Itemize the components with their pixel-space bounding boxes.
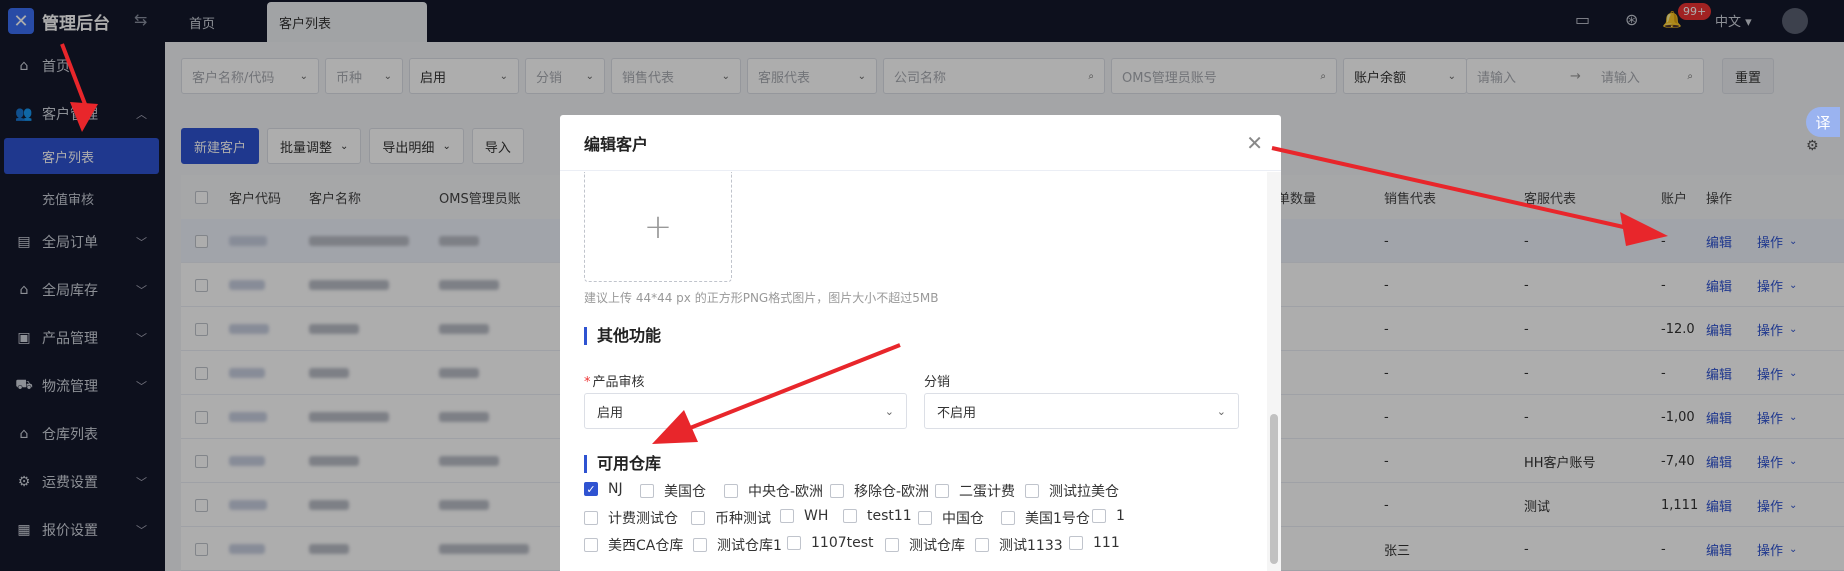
warehouse-label: 移除仓-欧洲 — [854, 484, 930, 500]
checkbox-box[interactable] — [693, 538, 707, 552]
checkbox-box[interactable] — [724, 484, 738, 498]
checkbox-box[interactable] — [935, 484, 949, 498]
checkbox-box[interactable] — [787, 536, 801, 550]
warehouse-label: 111 — [1093, 535, 1120, 551]
selected-value: 启用 — [597, 405, 624, 421]
warehouse-checkbox[interactable]: 测试1133 — [975, 535, 1063, 555]
warehouse-checkbox[interactable]: 中国仓 — [918, 508, 984, 528]
checkbox-box[interactable] — [843, 509, 857, 523]
checkbox-box[interactable] — [1001, 511, 1015, 525]
warehouse-checkbox[interactable]: 1107test — [787, 535, 874, 551]
label-text: 产品审核 — [592, 375, 645, 390]
translate-float-button[interactable]: 译 — [1806, 107, 1840, 137]
warehouse-label: 测试1133 — [999, 538, 1063, 554]
warehouse-label: 1 — [1116, 508, 1125, 524]
warehouse-label: 测试拉美仓 — [1049, 484, 1119, 500]
chevron-down-icon: ⌄ — [1216, 404, 1226, 418]
checkbox-box[interactable] — [885, 538, 899, 552]
checkbox-box[interactable] — [691, 511, 705, 525]
warehouse-checkbox[interactable]: 美国仓 — [640, 481, 706, 501]
warehouse-label: 中央仓-欧洲 — [748, 484, 824, 500]
warehouse-checkbox[interactable]: 测试仓库 — [885, 535, 965, 555]
checkbox-box[interactable] — [830, 484, 844, 498]
close-icon[interactable]: ✕ — [1246, 131, 1263, 155]
warehouse-label: 美国1号仓 — [1025, 511, 1090, 527]
warehouse-label: 币种测试 — [715, 511, 771, 527]
warehouse-checkbox[interactable]: 移除仓-欧洲 — [830, 481, 929, 501]
warehouse-label: 计费测试仓 — [608, 511, 678, 527]
warehouse-checkbox[interactable]: 美西CA仓库 — [584, 535, 683, 555]
warehouse-checkbox[interactable]: 测试拉美仓 — [1025, 481, 1119, 501]
warehouse-label: 1107test — [811, 535, 874, 551]
chevron-down-icon: ⌄ — [884, 404, 894, 418]
warehouse-label: NJ — [608, 481, 623, 497]
scrollbar-thumb[interactable] — [1270, 414, 1278, 564]
warehouse-label: 二蛋计费 — [959, 484, 1015, 500]
warehouse-checkbox[interactable]: 美国1号仓 — [1001, 508, 1090, 528]
checkbox-box[interactable] — [975, 538, 989, 552]
selected-value: 不启用 — [937, 405, 977, 421]
checkbox-box[interactable] — [640, 484, 654, 498]
warehouse-label: 测试仓库 — [909, 538, 965, 554]
warehouse-label: 中国仓 — [942, 511, 984, 527]
product-review-select[interactable]: 启用 ⌄ — [584, 393, 907, 429]
dialog-scrollbar[interactable] — [1267, 172, 1281, 571]
checkbox-box[interactable] — [584, 511, 598, 525]
dialog-title: 编辑客户 — [584, 134, 649, 154]
distribution-label: 分销 — [924, 375, 951, 390]
distribution-select[interactable]: 不启用 ⌄ — [924, 393, 1239, 429]
warehouse-checkbox[interactable]: 二蛋计费 — [935, 481, 1015, 501]
required-mark: * — [584, 375, 591, 390]
dialog-header: 编辑客户 ✕ — [560, 115, 1281, 171]
checkbox-box[interactable] — [780, 509, 794, 523]
warehouse-checkbox[interactable]: ✓ NJ — [584, 481, 623, 497]
warehouse-checkbox[interactable]: WH — [780, 508, 828, 524]
warehouse-checkbox[interactable]: 测试仓库1 — [693, 535, 782, 555]
checkbox-box[interactable] — [1025, 484, 1039, 498]
upload-hint: 建议上传 44*44 px 的正方形PNG格式图片，图片大小不超过5MB — [584, 291, 939, 305]
logo-upload[interactable]: + — [584, 172, 732, 282]
product-review-label: * 产品审核 — [584, 371, 645, 390]
checkbox-box[interactable] — [1069, 536, 1083, 550]
warehouse-checkbox[interactable]: test11 — [843, 508, 912, 524]
warehouse-checkbox[interactable]: 计费测试仓 — [584, 508, 678, 528]
warehouse-label: 测试仓库1 — [717, 538, 782, 554]
section-other-functions: 其他功能 — [584, 327, 661, 345]
warehouse-checkbox[interactable]: 1 — [1092, 508, 1125, 524]
warehouse-checkbox[interactable]: 111 — [1069, 535, 1120, 551]
warehouse-label: 美西CA仓库 — [608, 538, 684, 554]
warehouse-label: WH — [804, 508, 829, 524]
warehouse-checkbox[interactable]: 中央仓-欧洲 — [724, 481, 823, 501]
checkbox-box[interactable] — [584, 538, 598, 552]
plus-icon: + — [643, 206, 673, 247]
warehouse-label: test11 — [867, 508, 912, 524]
checkbox-box[interactable]: ✓ — [584, 482, 598, 496]
dialog-body: + 建议上传 44*44 px 的正方形PNG格式图片，图片大小不超过5MB 其… — [560, 172, 1267, 571]
section-available-warehouses: 可用仓库 — [584, 455, 661, 473]
warehouse-label: 美国仓 — [664, 484, 706, 500]
warehouse-checkbox[interactable]: 币种测试 — [691, 508, 771, 528]
checkbox-box[interactable] — [1092, 509, 1106, 523]
checkbox-box[interactable] — [918, 511, 932, 525]
edit-customer-dialog: 编辑客户 ✕ + 建议上传 44*44 px 的正方形PNG格式图片，图片大小不… — [560, 115, 1281, 571]
